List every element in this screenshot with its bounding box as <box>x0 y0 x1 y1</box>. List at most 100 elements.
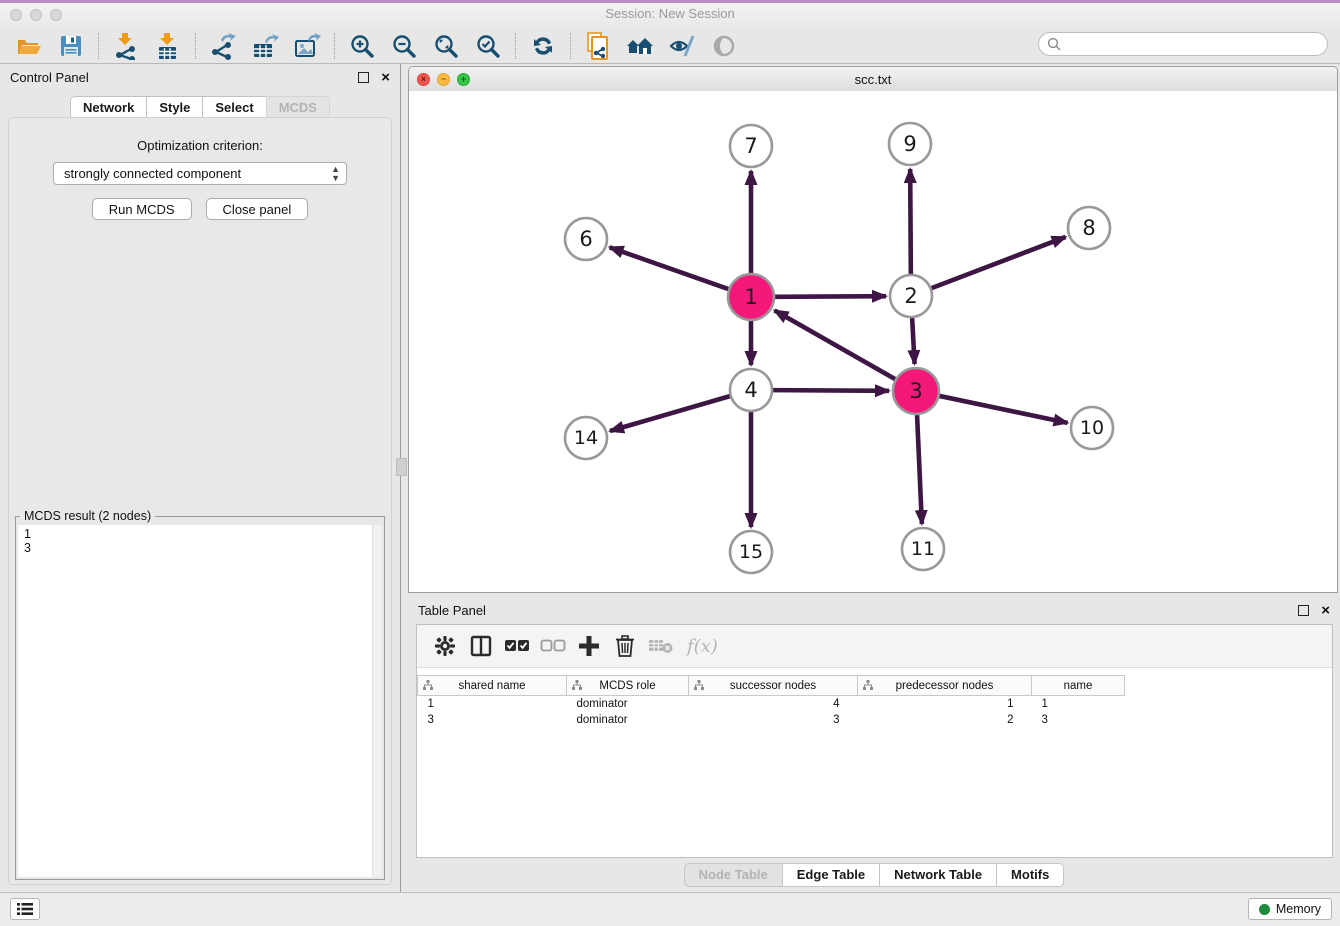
tab-node-table[interactable]: Node Table <box>684 863 782 887</box>
add-column-icon[interactable] <box>576 633 602 659</box>
float-panel-icon[interactable] <box>358 72 369 83</box>
delete-column-icon[interactable] <box>612 633 638 659</box>
tab-motifs[interactable]: Motifs <box>996 863 1064 887</box>
zoom-selected-icon[interactable] <box>473 32 503 60</box>
toolbar-separator <box>570 33 571 59</box>
panel-divider-handle[interactable] <box>396 458 407 476</box>
save-session-icon[interactable] <box>56 32 86 60</box>
table-row[interactable]: 1dominator411 <box>418 696 1125 713</box>
graph-node-3[interactable]: 3 <box>893 368 939 414</box>
table-cell[interactable]: 3 <box>418 712 567 728</box>
svg-text:15: 15 <box>739 541 763 563</box>
graph-edge-4-14[interactable] <box>610 396 730 431</box>
column-layout-icon[interactable] <box>468 633 494 659</box>
duplicate-network-icon[interactable] <box>583 32 613 60</box>
tab-edge-table[interactable]: Edge Table <box>782 863 879 887</box>
graph-edge-2-3[interactable] <box>912 318 914 364</box>
deselect-all-icon[interactable] <box>540 633 566 659</box>
column-header-successor-nodes[interactable]: successor nodes <box>689 676 858 696</box>
result-scrollbar[interactable] <box>372 525 382 877</box>
network-close-button[interactable]: × <box>417 73 430 86</box>
column-header-name[interactable]: name <box>1032 676 1125 696</box>
table-cell[interactable]: 1 <box>418 696 567 713</box>
graph-node-4[interactable]: 4 <box>730 369 772 411</box>
graph-node-11[interactable]: 11 <box>902 528 944 570</box>
svg-text:9: 9 <box>903 132 916 156</box>
graph-node-15[interactable]: 15 <box>730 531 772 573</box>
task-history-button[interactable] <box>10 898 40 920</box>
tab-network-table[interactable]: Network Table <box>879 863 996 887</box>
svg-text:11: 11 <box>911 538 935 560</box>
table-row[interactable]: 3dominator323 <box>418 712 1125 728</box>
close-table-panel-icon[interactable]: × <box>1321 606 1330 615</box>
graph-edge-2-8[interactable] <box>932 237 1066 288</box>
table-settings-icon[interactable] <box>432 633 458 659</box>
network-window-titlebar[interactable]: × − + scc.txt <box>409 67 1337 92</box>
criterion-dropdown-value: strongly connected component <box>64 166 241 181</box>
zoom-fit-icon[interactable] <box>431 32 461 60</box>
import-network-icon[interactable] <box>111 32 141 60</box>
network-window: × − + scc.txt 7 9 6 8 1 2 4 3 14 10 15 11 <box>408 66 1338 593</box>
column-header-shared-name[interactable]: shared name <box>418 676 567 696</box>
column-header-predecessor-nodes[interactable]: predecessor nodes <box>858 676 1032 696</box>
hide-graphics-details-icon <box>709 32 739 60</box>
network-minimize-button[interactable]: − <box>437 73 450 86</box>
column-header-mcds-role[interactable]: MCDS role <box>567 676 689 696</box>
show-graphics-details-icon[interactable] <box>667 32 697 60</box>
export-network-icon[interactable] <box>208 32 238 60</box>
network-canvas[interactable]: 7 9 6 8 1 2 4 3 14 10 15 11 <box>409 91 1337 592</box>
graph-node-10[interactable]: 10 <box>1071 407 1113 449</box>
table-cell[interactable]: 3 <box>1032 712 1125 728</box>
network-maximize-button[interactable]: + <box>457 73 470 86</box>
run-mcds-button[interactable]: Run MCDS <box>92 198 192 220</box>
graph-edge-3-11[interactable] <box>917 415 922 524</box>
table-cell[interactable]: dominator <box>567 712 689 728</box>
network-window-title: scc.txt <box>409 72 1337 87</box>
toolbar-separator <box>195 33 196 59</box>
close-panel-icon[interactable]: × <box>381 73 390 82</box>
graph-node-6[interactable]: 6 <box>565 218 607 260</box>
apply-preferred-layout-icon[interactable] <box>528 32 558 60</box>
table-cell[interactable]: dominator <box>567 696 689 713</box>
graph-node-14[interactable]: 14 <box>565 417 607 459</box>
graph-edge-3-1[interactable] <box>774 310 895 379</box>
search-input[interactable] <box>1066 36 1327 52</box>
import-table-icon[interactable] <box>153 32 183 60</box>
graph-node-7[interactable]: 7 <box>730 125 772 167</box>
table-cell[interactable]: 1 <box>858 696 1032 713</box>
table-cell[interactable]: 3 <box>689 712 858 728</box>
graph-edge-3-10[interactable] <box>939 396 1067 423</box>
graph-edge-1-6[interactable] <box>610 247 729 289</box>
close-panel-button[interactable]: Close panel <box>206 198 309 220</box>
table-cell[interactable]: 4 <box>689 696 858 713</box>
table-cell[interactable]: 1 <box>1032 696 1125 713</box>
first-neighbors-icon[interactable] <box>625 32 655 60</box>
graph-node-9[interactable]: 9 <box>889 123 931 165</box>
network-graph[interactable]: 7 9 6 8 1 2 4 3 14 10 15 11 <box>409 91 1337 592</box>
select-all-icon[interactable] <box>504 633 530 659</box>
table-cell[interactable]: 2 <box>858 712 1032 728</box>
toolbar-separator <box>515 33 516 59</box>
float-table-panel-icon[interactable] <box>1298 605 1309 616</box>
open-file-icon[interactable] <box>14 32 44 60</box>
function-builder-icon: f(x) <box>687 636 718 657</box>
graph-edge-1-2[interactable] <box>775 296 886 297</box>
mcds-result-text[interactable]: 1 3 <box>18 525 382 877</box>
optimization-criterion-label: Optimization criterion: <box>9 138 391 153</box>
export-table-icon[interactable] <box>250 32 280 60</box>
memory-status-icon <box>1259 904 1270 915</box>
mcds-result-group: MCDS result (2 nodes) 1 3 <box>15 516 385 880</box>
svg-text:7: 7 <box>744 134 757 158</box>
graph-edge-2-9[interactable] <box>910 169 911 274</box>
graph-node-8[interactable]: 8 <box>1068 207 1110 249</box>
export-image-icon[interactable] <box>292 32 322 60</box>
criterion-dropdown[interactable]: strongly connected component ▲▼ <box>53 162 347 185</box>
zoom-in-icon[interactable] <box>347 32 377 60</box>
delete-table-icon <box>648 633 674 659</box>
zoom-out-icon[interactable] <box>389 32 419 60</box>
memory-button[interactable]: Memory <box>1248 898 1332 920</box>
graph-node-2[interactable]: 2 <box>890 275 932 317</box>
mcds-tab-content: Optimization criterion: strongly connect… <box>8 117 392 885</box>
graph-node-1[interactable]: 1 <box>728 274 774 320</box>
graph-edge-4-3[interactable] <box>773 390 889 391</box>
